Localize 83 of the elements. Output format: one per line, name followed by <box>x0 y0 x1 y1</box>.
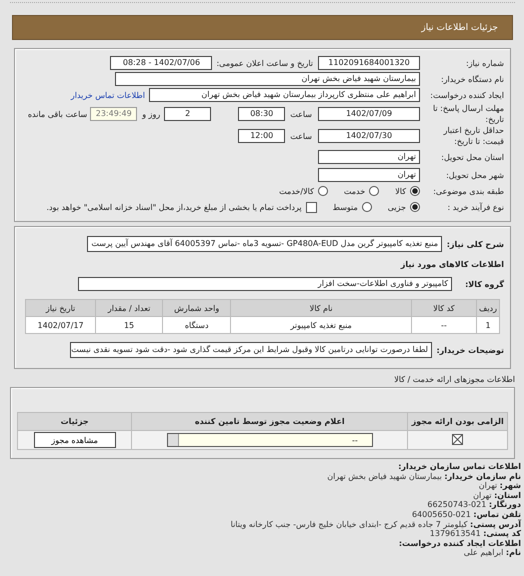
radio-button[interactable] <box>410 202 420 212</box>
field-label: ساعت <box>290 132 312 140</box>
view-permit-button[interactable]: مشاهده مجوز <box>34 432 116 448</box>
contact-link[interactable]: اطلاعات تماس خریدار <box>70 90 145 100</box>
table-cell: دستگاه <box>162 316 231 334</box>
column-header: نام کالا <box>230 300 412 316</box>
option-label: خدمت <box>344 186 366 196</box>
field-value: تهران <box>318 150 420 164</box>
radio-button[interactable] <box>318 186 328 196</box>
field-value: 2 <box>164 107 212 121</box>
radio-button[interactable] <box>362 202 372 212</box>
field-value: بیمارستان شهید فیاض بخش تهران <box>115 72 420 86</box>
field-label: شهر محل تحویل: <box>445 170 504 180</box>
option-label: کالا <box>395 186 406 196</box>
field-value: 12:00 <box>238 129 286 143</box>
field-label: مهلت ارسال پاسخ: تا تاریخ: <box>432 103 504 125</box>
dropdown-field[interactable]: -- <box>166 433 373 447</box>
radio-button[interactable] <box>369 186 380 196</box>
contact-label: نام سازمان خریدار: <box>444 472 521 481</box>
checkbox[interactable] <box>306 202 317 212</box>
field-label: شرح کلی نیاز: <box>446 238 504 250</box>
section-title: اطلاعات تماس سازمان خریدار: <box>398 462 521 471</box>
table-cell: -- <box>411 316 477 334</box>
field-label: ایجاد کننده درخواست: <box>429 90 504 100</box>
table-cell: منبع تغذیه کامپیوتر <box>230 316 412 334</box>
field-label: نام دستگاه خریدار: <box>440 74 504 84</box>
field-value: 1402/07/09 <box>318 107 420 121</box>
column-header: واحد شمارش <box>162 300 231 316</box>
column-header: تاریخ نیاز <box>26 300 96 316</box>
field-label: توضیحات خریدار: <box>435 344 504 356</box>
field-value: لطفا درصورت توانایی درتامین کالا وقبول شرایط این مرکز قیمت گذاری شود -دقت شود تسویه نقدی نیست <box>70 342 432 358</box>
field-label: روز و <box>142 110 160 118</box>
contact-value: 021-64005650 <box>412 510 471 519</box>
contact-value: ابراهیم علی <box>464 548 504 558</box>
contact-label: شهر: <box>500 481 521 490</box>
field-label: استان محل تحویل: <box>440 152 504 162</box>
field-value: 23:49:49 <box>90 107 138 121</box>
column-header: تعداد / مقدار <box>96 300 162 316</box>
field-value: منبع تغذیه کامپیوتر گرین مدل GP480A-EUD -تسویه 3ماه -تماس 64005397 آقای مهندس آیین پرست <box>87 236 442 252</box>
table-cell: 1 <box>476 316 500 334</box>
contact-label: تلفن تماس: <box>473 510 521 519</box>
field-label: گروه کالا: <box>464 278 504 290</box>
contact-value: تهران <box>473 490 492 500</box>
contact-value: بیمارستان شهید فیاض بخش تهران <box>327 472 442 481</box>
contact-value: کیلومتر 7 جاده قدیم کرج -ابتدای خیابان خلیج فارس- جنب کارخانه ویتانا <box>230 520 468 529</box>
field-label: تاریخ و ساعت اعلان عمومی: <box>216 58 313 68</box>
contact-label: نام: <box>506 548 521 558</box>
option-label: جزیی <box>388 202 406 212</box>
field-label: شماره نیاز: <box>465 58 504 68</box>
field-value: کامپیوتر و فناوری اطلاعات-سخت افزار <box>78 277 452 291</box>
section-title: اطلاعات ایجاد کننده درخواست: <box>398 538 521 548</box>
column-header: جزئیات <box>18 412 132 430</box>
radio-button[interactable] <box>410 186 420 196</box>
column-header: ردیف <box>476 300 500 316</box>
contact-label: آدرس پستی: <box>470 520 521 529</box>
contact-label: استان: <box>494 490 521 500</box>
column-header: اعلام وضعیت مجوز توسط تامین کننده <box>132 412 408 430</box>
contact-label: کد پستی: <box>483 529 521 538</box>
field-label: ساعت باقی مانده <box>28 110 88 118</box>
page-title: جزئیات اطلاعات نیاز <box>421 22 498 32</box>
field-value: 1402/07/06 - 08:28 <box>110 56 212 70</box>
column-header: کد کالا <box>411 300 477 316</box>
contact-value: 021-66250743 <box>427 500 486 510</box>
column-header: الزامی بودن ارائه مجوز <box>408 412 508 430</box>
contact-label: دورنگار: <box>488 500 521 510</box>
contact-value: 1379613541 <box>430 529 481 538</box>
option-label: کالا/خدمت <box>279 186 314 196</box>
field-label: طبقه بندی موضوعی: <box>432 186 504 196</box>
contact-value: تهران <box>478 481 498 490</box>
section-title: اطلاعات کالاهای مورد نیاز <box>400 260 504 268</box>
checkbox-label: پرداخت تمام یا بخشی از مبلغ خرید،از محل "اسناد خزانه اسلامی" خواهد بود. <box>46 202 302 212</box>
table-cell: 15 <box>96 316 162 334</box>
field-value: 08:30 <box>238 107 286 121</box>
field-value: تهران <box>318 168 420 182</box>
field-value: ابراهیم علی منتظری کارپرداز بیمارستان شهید فیاض بخش تهران <box>149 88 420 102</box>
field-value: 1402/07/30 <box>318 129 420 143</box>
option-label: متوسط <box>332 202 358 212</box>
section-title: اطلاعات مجوزهای ارائه خدمت / کالا <box>394 375 515 384</box>
field-value: 1102091684001320 <box>318 56 420 70</box>
field-label: ساعت <box>290 110 312 118</box>
table-cell: 1402/07/17 <box>26 316 96 334</box>
field-label: حداقل تاریخ اعتبار قیمت: تا تاریخ: <box>442 125 504 147</box>
field-label: نوع فرآیند خرید : <box>446 202 504 212</box>
